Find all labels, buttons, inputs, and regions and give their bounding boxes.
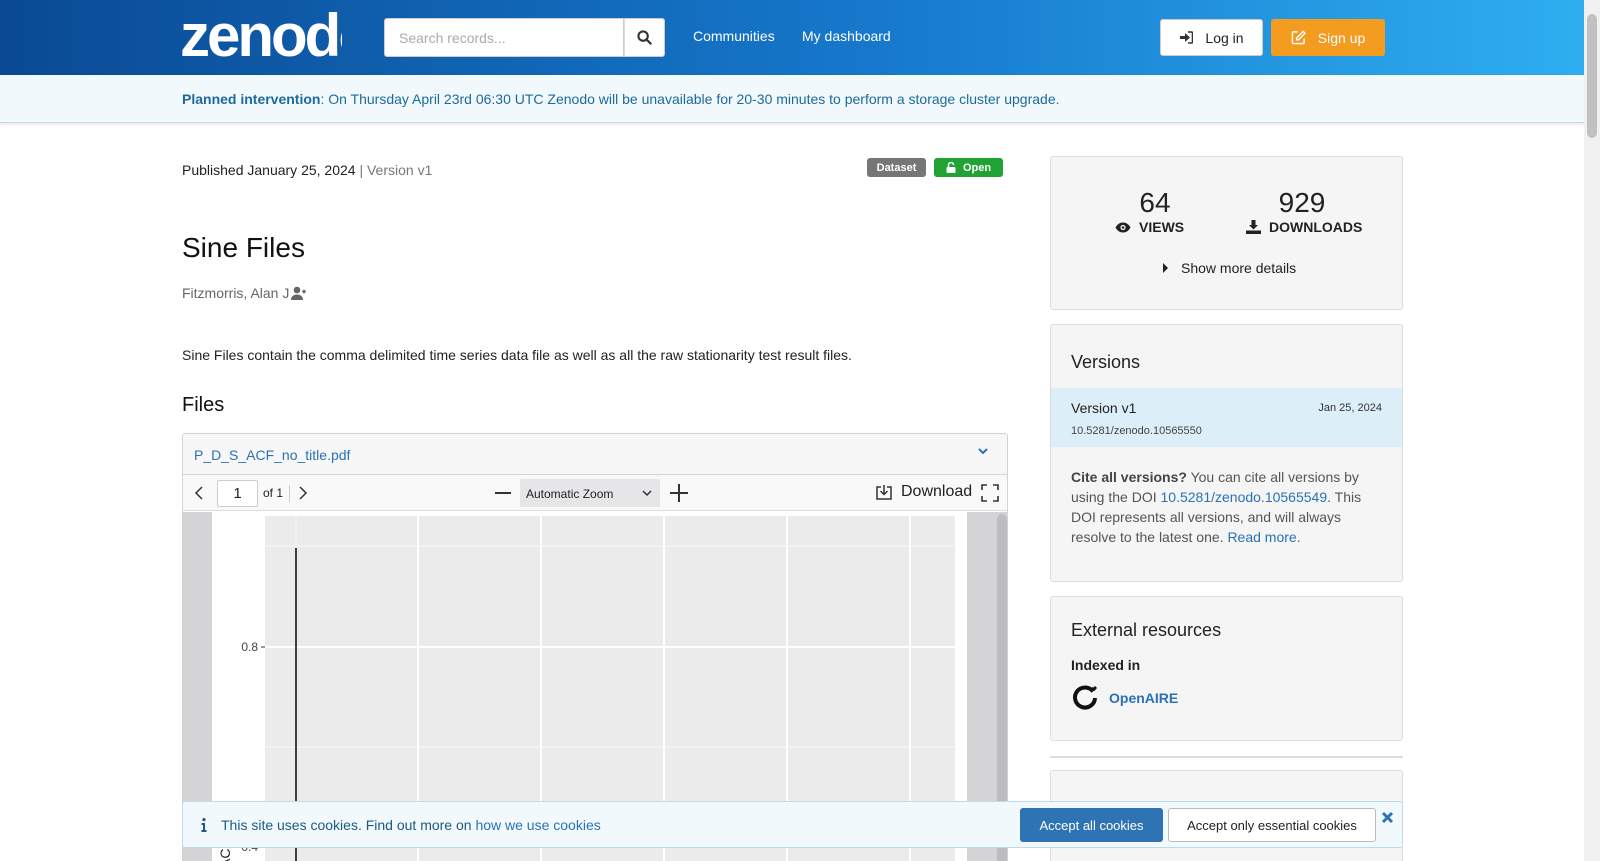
next-page-icon[interactable] <box>297 486 309 500</box>
version-doi: 10.5281/zenodo.10565550 <box>1071 425 1202 437</box>
nav-communities[interactable]: Communities <box>693 28 775 44</box>
external-title: External resources <box>1071 620 1222 640</box>
version-date: Jan 25, 2024 <box>1318 402 1382 414</box>
download-icon <box>876 485 892 500</box>
zenodo-logo[interactable]: zenodo <box>180 6 342 62</box>
fullscreen-icon[interactable] <box>981 484 999 502</box>
file-name-link[interactable]: P_D_S_ACF_no_title.pdf <box>194 447 350 463</box>
record-title: Sine Files <box>182 232 305 263</box>
notice-body: : On Thursday April 23rd 06:30 UTC Zenod… <box>320 91 1060 107</box>
badge-access-label: Open <box>962 161 992 174</box>
views-count: 64 <box>1139 187 1171 218</box>
show-more-label: Show more details <box>1181 260 1297 276</box>
svg-text:zenodo: zenodo <box>180 6 342 62</box>
show-more-details[interactable]: Show more details <box>1163 260 1296 276</box>
creator[interactable]: Fitzmorris, Alan J <box>182 285 307 301</box>
sidebar-divider <box>1050 756 1403 758</box>
login-label: Log in <box>1205 29 1244 46</box>
cookie-message: This site uses cookies. Find out more on… <box>201 817 601 833</box>
badge-type-label: Dataset <box>876 161 917 174</box>
concept-doi-link[interactable]: 10.5281/zenodo.10565549 <box>1161 489 1328 505</box>
page-scrollbar[interactable] <box>1584 0 1600 861</box>
indexed-in-label: Indexed in <box>1071 657 1141 673</box>
version-info: | Version v1 <box>355 162 433 178</box>
site-header: zenodo Communities My dashboard Log in S… <box>0 0 1584 75</box>
published-date: Published January 25, 2024 <box>182 162 356 178</box>
zoom-out-icon[interactable] <box>495 492 511 495</box>
openaire-icon <box>1073 685 1097 710</box>
zoom-in-icon[interactable] <box>670 484 688 502</box>
views-label: VIEWS <box>1115 219 1184 235</box>
search-button[interactable] <box>624 18 665 57</box>
cite-bold: Cite all versions? <box>1071 469 1187 485</box>
edit-icon <box>1291 30 1306 45</box>
page-count: of 1 <box>263 486 284 500</box>
cookie-text: This site uses cookies. Find out more on <box>221 817 476 833</box>
info-icon <box>201 818 207 832</box>
zoom-select-value: Automatic Zoom <box>526 487 614 501</box>
cookie-banner: This site uses cookies. Find out more on… <box>182 801 1403 848</box>
unlock-icon <box>946 162 956 173</box>
files-heading: Files <box>182 394 225 416</box>
download-icon <box>1246 220 1261 234</box>
stats-card: 64 VIEWS 929 DOWNLOADS Show more details <box>1050 156 1403 310</box>
openaire-link[interactable]: OpenAIRE <box>1071 684 1178 712</box>
nav-my-dashboard[interactable]: My dashboard <box>802 28 891 44</box>
read-more-link[interactable]: Read more. <box>1227 529 1300 545</box>
signup-button[interactable]: Sign up <box>1271 19 1385 56</box>
notice-bold: Planned intervention <box>182 91 321 107</box>
search-icon <box>637 30 652 45</box>
file-preview-panel: P_D_S_ACF_no_title.pdf 1 of 1 Automatic … <box>182 433 1008 861</box>
external-resources-card: External resources Indexed in OpenAIRE <box>1050 596 1403 741</box>
author-name[interactable]: Fitzmorris, Alan J <box>182 285 289 301</box>
pdf-download-button[interactable]: Download <box>875 483 972 501</box>
maintenance-notice: Planned intervention: On Thursday April … <box>0 75 1584 123</box>
y-tick-label: 0.8 <box>241 640 258 654</box>
cookie-policy-link[interactable]: how we use cookies <box>475 817 600 833</box>
accept-all-cookies-button[interactable]: Accept all cookies <box>1020 808 1163 842</box>
login-button[interactable]: Log in <box>1160 19 1263 56</box>
chevron-down-icon <box>642 490 652 497</box>
cite-all-versions: Cite all versions? You can cite all vers… <box>1071 467 1383 547</box>
notice-text: Planned intervention: On Thursday April … <box>182 91 1060 107</box>
views-label-text: VIEWS <box>1139 219 1185 235</box>
pdf-download-label: Download <box>901 483 973 500</box>
caret-right-icon <box>1163 263 1168 273</box>
downloads-label: DOWNLOADS <box>1246 219 1362 235</box>
sign-in-icon <box>1180 31 1194 44</box>
file-preview-header[interactable]: P_D_S_ACF_no_title.pdf <box>183 434 1007 475</box>
user-icon <box>291 286 307 300</box>
close-icon[interactable] <box>1381 811 1394 824</box>
previous-page-icon[interactable] <box>193 486 205 500</box>
version-name[interactable]: Version v1 <box>1071 400 1136 416</box>
search-input[interactable] <box>384 18 624 57</box>
signup-label: Sign up <box>1317 29 1366 46</box>
version-item[interactable]: Version v1 Jan 25, 2024 10.5281/zenodo.1… <box>1051 388 1402 447</box>
zoom-select[interactable]: Automatic Zoom <box>520 479 660 507</box>
pdf-toolbar: 1 of 1 Automatic Zoom Download <box>183 475 1007 511</box>
downloads-count: 929 <box>1278 187 1326 218</box>
openaire-label[interactable]: OpenAIRE <box>1109 690 1178 706</box>
eye-icon <box>1115 222 1131 232</box>
access-badge: Open <box>934 158 1003 177</box>
versions-title: Versions <box>1071 352 1141 372</box>
scrollbar-thumb[interactable] <box>1587 14 1597 138</box>
record-description: Sine Files contain the comma delimited t… <box>182 347 852 363</box>
publication-info: Published January 25, 2024 | Version v1 <box>182 162 432 178</box>
page-number-input[interactable]: 1 <box>217 480 258 507</box>
downloads-label-text: DOWNLOADS <box>1269 219 1363 235</box>
toolbar-divider <box>289 485 290 502</box>
versions-card: Versions Version v1 Jan 25, 2024 10.5281… <box>1050 324 1403 582</box>
chevron-down-icon[interactable] <box>977 447 989 456</box>
accept-essential-cookies-button[interactable]: Accept only essential cookies <box>1168 808 1376 842</box>
search-bar <box>384 18 665 57</box>
resource-type-badge: Dataset <box>867 158 926 177</box>
